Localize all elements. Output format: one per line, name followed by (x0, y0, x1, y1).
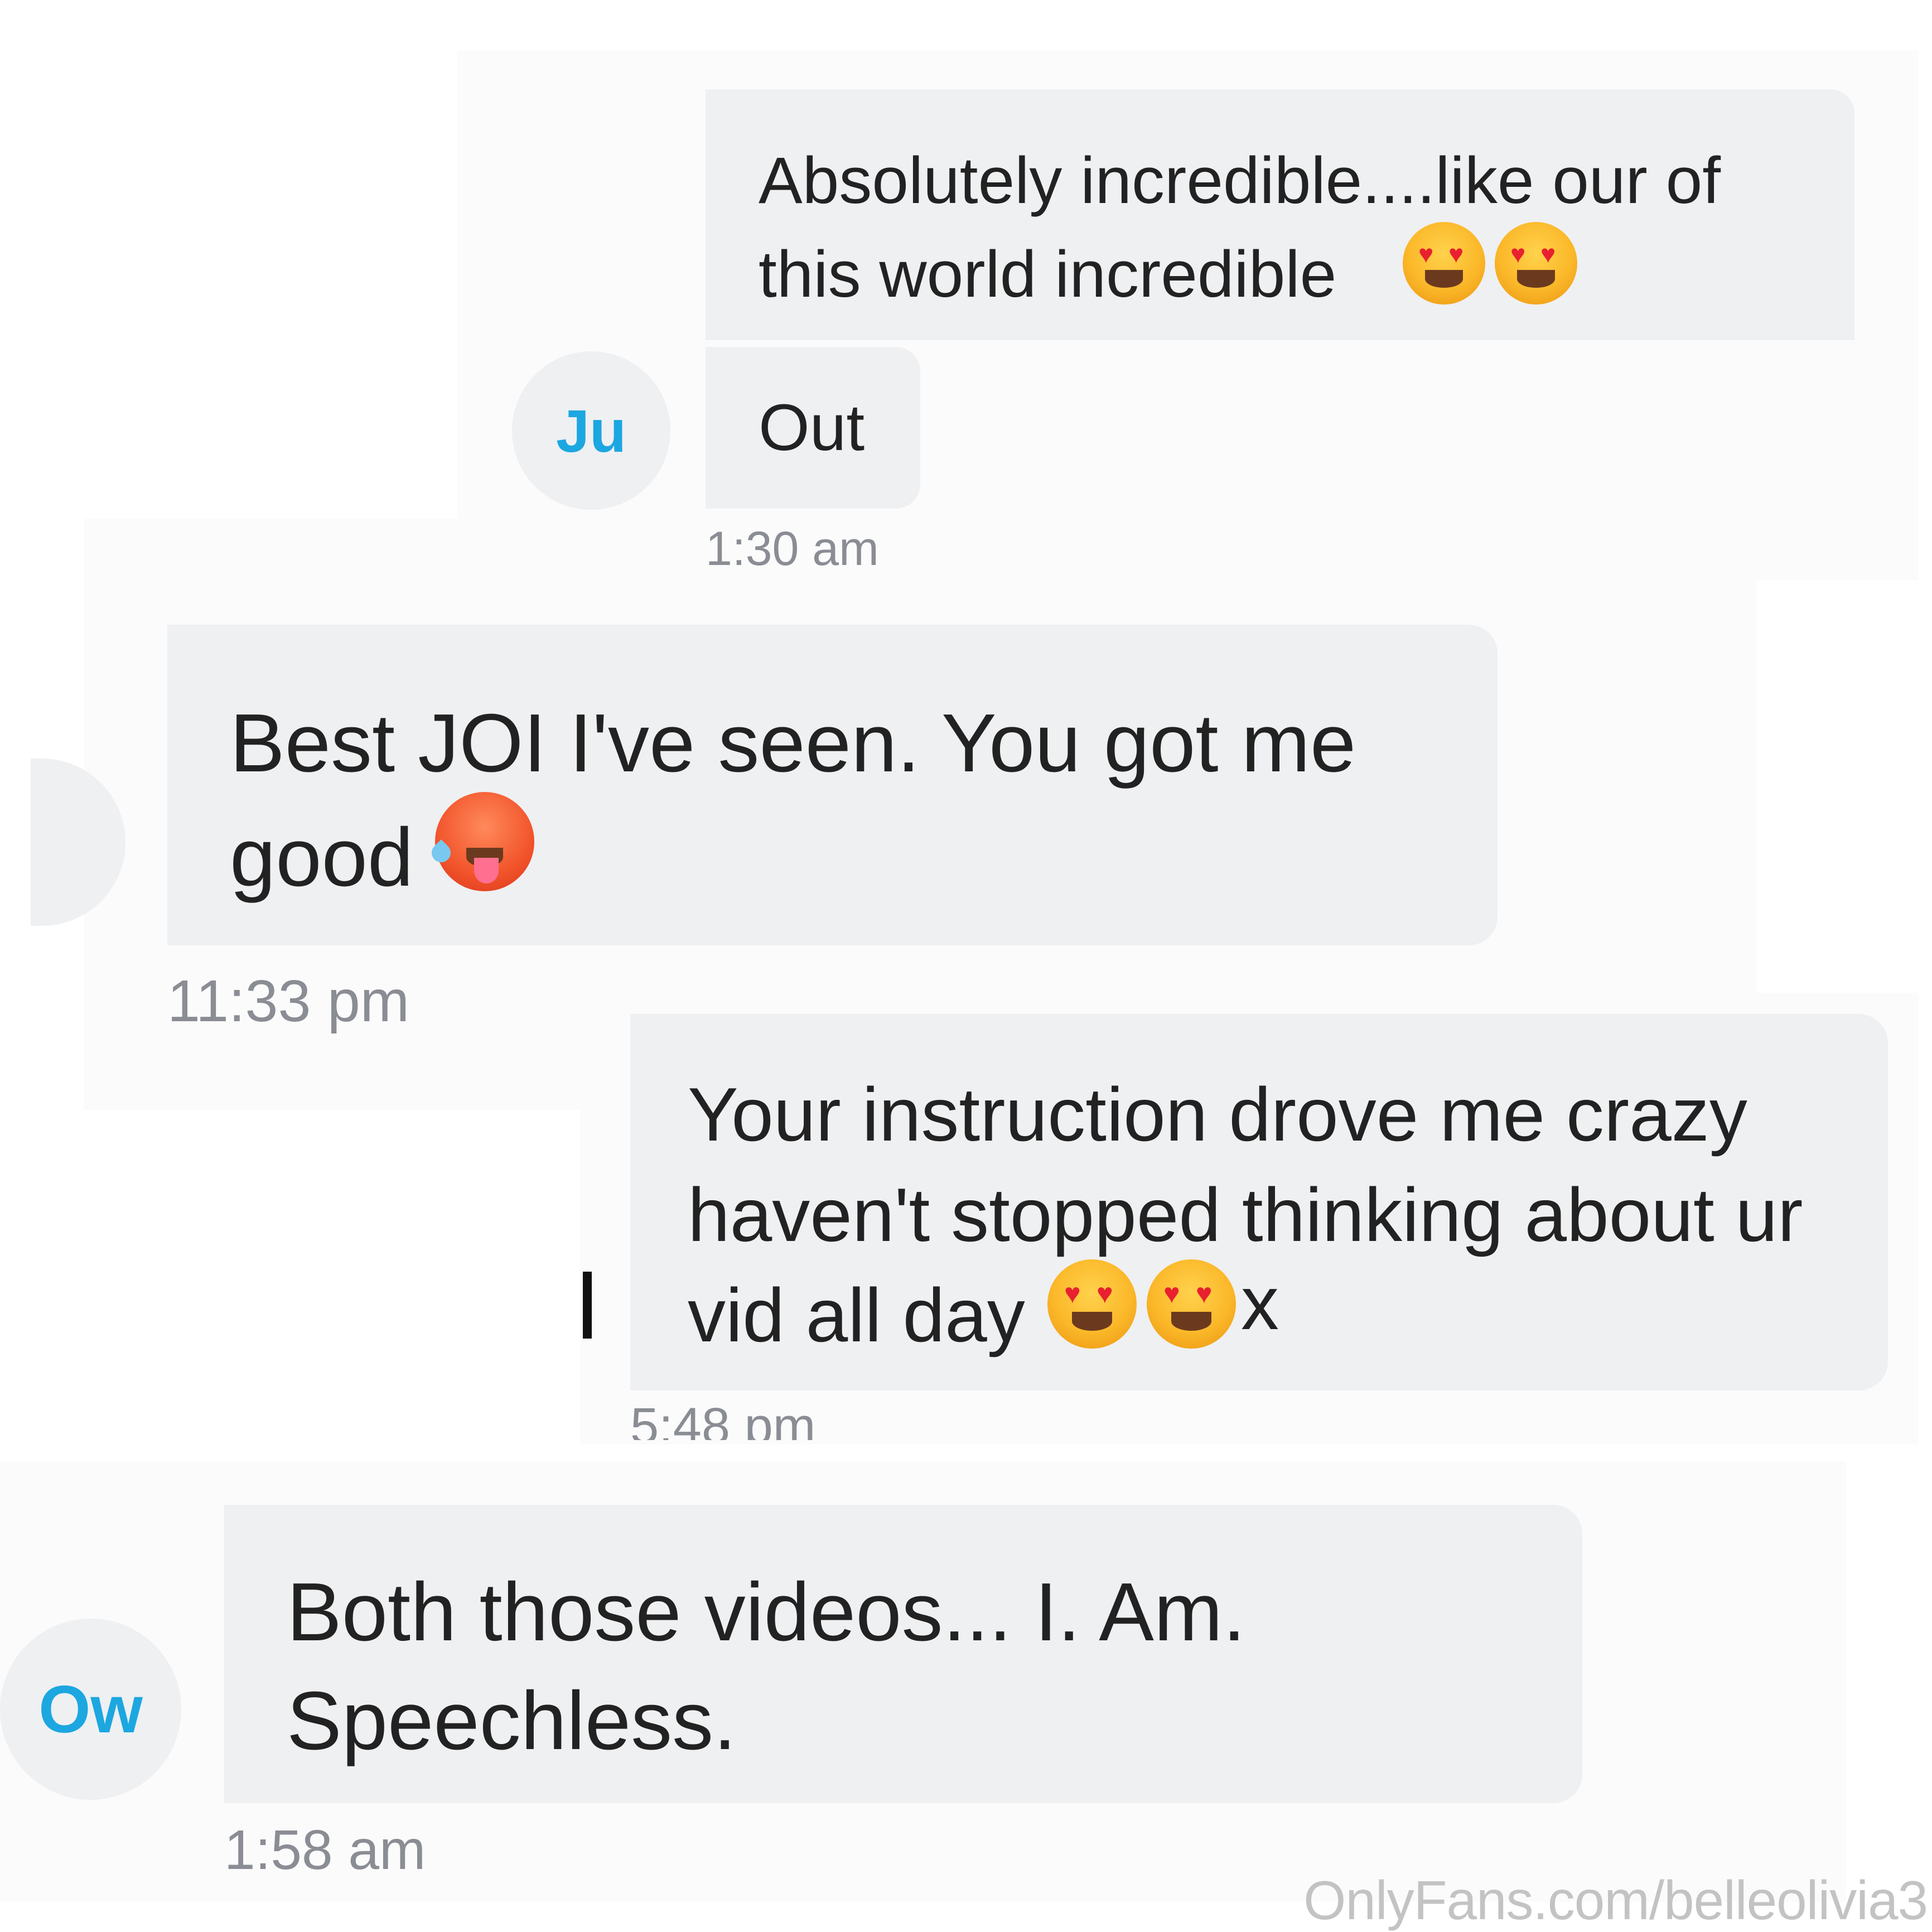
timestamp-4: 1:58 am (224, 1819, 426, 1881)
heart-eyes-icon: ♥ ♥ (1403, 222, 1485, 305)
message-bubble-3[interactable]: Best JOI I've seen. You got me good (167, 625, 1498, 945)
heart-eyes-icon: ♥ ♥ (1047, 1259, 1137, 1349)
message-bubble-1[interactable]: Absolutely incredible....like our of thi… (706, 89, 1854, 340)
timestamp-3-clip: 5:48 pm (630, 1394, 909, 1440)
message-text-4: Your instruction drove me crazy haven't … (688, 1072, 1803, 1358)
timestamp-3: 5:48 pm (630, 1398, 816, 1440)
partial-avatar-edge (583, 1272, 592, 1339)
message-bubble-5[interactable]: Both those videos... I. Am. Speechless. (224, 1505, 1582, 1803)
heart-eyes-icon: ♥ ♥ (1147, 1259, 1236, 1349)
heart-eyes-icon: ♥ ♥ (1495, 222, 1577, 305)
message-bubble-4[interactable]: Your instruction drove me crazy haven't … (630, 1014, 1888, 1390)
hot-face-icon (427, 792, 534, 891)
avatar-ow[interactable]: Ow (0, 1619, 181, 1800)
message-text-3: Best JOI I've seen. You got me good (230, 697, 1356, 904)
timestamp-1: 1:30 am (706, 522, 879, 576)
message-suffix-4: x (1241, 1260, 1279, 1345)
avatar-ju[interactable]: Ju (512, 351, 670, 510)
message-text-1: Absolutely incredible....like our of thi… (759, 144, 1721, 311)
message-text-2: Out (759, 391, 865, 465)
watermark: OnlyFans.com/belleolivia3 (1303, 1870, 1928, 1931)
avatar-initials: Ow (38, 1672, 143, 1747)
timestamp-2: 11:33 pm (167, 968, 410, 1034)
avatar-initials: Ju (556, 397, 627, 465)
message-text-5: Both those videos... I. Am. Speechless. (287, 1566, 1246, 1767)
message-bubble-2[interactable]: Out (706, 347, 920, 509)
